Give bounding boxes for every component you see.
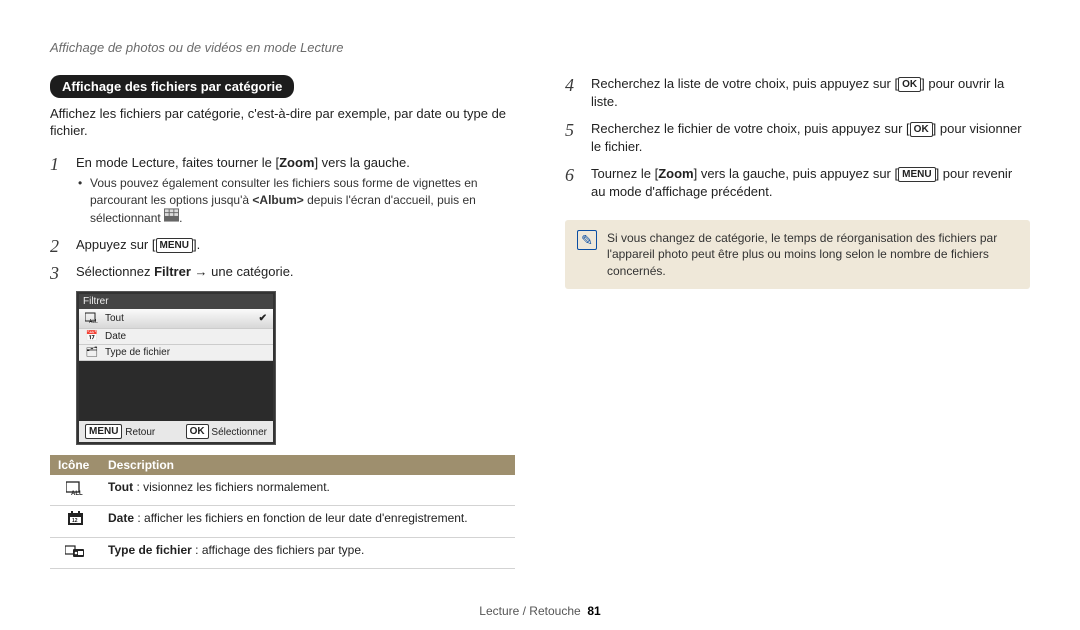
step-number: 4 [565, 73, 574, 97]
legend-head-icon: Icône [50, 455, 100, 475]
filter-option-all: ALL Tout ✔ [79, 309, 273, 329]
filter-option-label: Date [105, 331, 126, 342]
note-text: Si vous changez de catégorie, le temps d… [607, 230, 1018, 279]
step-text: ] vers la gauche, puis appuyez sur [ [694, 166, 899, 181]
filter-screenshot: Filtrer ALL Tout ✔ 📅 Date 🗂 Type de fich… [76, 291, 276, 445]
grid-thumbnail-icon [164, 208, 179, 222]
arrow-icon: → [191, 264, 211, 279]
legend-head-desc: Description [100, 455, 515, 475]
zoom-label: Zoom [658, 166, 693, 181]
step-5: 5 Recherchez le fichier de votre choix, … [565, 120, 1030, 155]
filter-option-date: 📅 Date [79, 329, 273, 345]
legend-desc: Type de fichier : affichage des fichiers… [100, 537, 515, 569]
step-number: 1 [50, 152, 59, 176]
menu-key-icon: MENU [85, 424, 122, 439]
step-6: 6 Tournez le [Zoom] vers la gauche, puis… [565, 165, 1030, 200]
ok-key-icon: OK [898, 77, 921, 92]
legend-text: : affichage des fichiers par type. [192, 543, 365, 557]
step-text: une catégorie. [211, 264, 293, 279]
all-icon: ALL [50, 475, 100, 506]
footer-label: Sélectionner [211, 427, 267, 438]
footer-section: Lecture / Retouche [479, 604, 580, 618]
check-icon: ✔ [259, 313, 267, 324]
legend-desc: Date : afficher les fichiers en fonction… [100, 506, 515, 538]
calendar-icon: 📅 [85, 331, 99, 342]
menu-key-icon: MENU [898, 167, 935, 182]
step-text: Sélectionnez [76, 264, 154, 279]
step-1-sub: Vous pouvez également consulter les fich… [76, 175, 515, 226]
ok-key-icon: OK [910, 122, 933, 137]
screenshot-blank-area [79, 361, 273, 421]
screenshot-footer-left: MENU Retour [85, 424, 155, 439]
page-footer: Lecture / Retouche 81 [0, 604, 1080, 618]
svg-text:ALL: ALL [71, 491, 83, 495]
legend-row: ALL Tout : visionnez les fichiers normal… [50, 475, 515, 506]
running-head: Affichage de photos ou de vidéos en mode… [50, 40, 1030, 55]
step-number: 5 [565, 118, 574, 142]
note-info-icon: ✎ [577, 230, 597, 250]
steps-left: 1 En mode Lecture, faites tourner le [Zo… [50, 154, 515, 281]
legend-term: Tout [108, 480, 133, 494]
footer-label: Retour [125, 427, 155, 438]
filter-option-label: Type de fichier [105, 347, 170, 358]
all-icon: ALL [85, 311, 99, 326]
step-text: Appuyez sur [ [76, 237, 156, 252]
step-text: Recherchez la liste de votre choix, puis… [591, 76, 898, 91]
step-4: 4 Recherchez la liste de votre choix, pu… [565, 75, 1030, 110]
step-text: ]. [193, 237, 200, 252]
filetype-icon: 🗂 [85, 347, 99, 358]
step-1: 1 En mode Lecture, faites tourner le [Zo… [50, 154, 515, 226]
step-text: Tournez le [ [591, 166, 658, 181]
legend-desc: Tout : visionnez les fichiers normalemen… [100, 475, 515, 506]
calendar-icon: 12 [50, 506, 100, 538]
legend-row: Type de fichier : affichage des fichiers… [50, 537, 515, 569]
note-box: ✎ Si vous changez de catégorie, le temps… [565, 220, 1030, 289]
screenshot-footer-right: OK Sélectionner [186, 424, 267, 439]
step-3: 3 Sélectionnez Filtrer → une catégorie. [50, 263, 515, 281]
step-number: 3 [50, 261, 59, 285]
icon-legend-table: Icône Description ALL Tout : visionnez l… [50, 455, 515, 570]
step-text: Recherchez le fichier de votre choix, pu… [591, 121, 910, 136]
legend-term: Date [108, 511, 134, 525]
legend-text: : afficher les fichiers en fonction de l… [134, 511, 468, 525]
menu-key-icon: MENU [156, 238, 193, 253]
screenshot-title: Filtrer [79, 294, 273, 309]
album-label: <Album> [252, 193, 303, 207]
legend-text: : visionnez les fichiers normalement. [133, 480, 330, 494]
svg-text:ALL: ALL [89, 319, 98, 323]
right-column: 4 Recherchez la liste de votre choix, pu… [565, 75, 1030, 569]
section-title-pill: Affichage des fichiers par catégorie [50, 75, 294, 98]
section-intro: Affichez les fichiers par catégorie, c'e… [50, 106, 515, 140]
left-column: Affichage des fichiers par catégorie Aff… [50, 75, 515, 569]
filter-option-type: 🗂 Type de fichier [79, 345, 273, 361]
step-2: 2 Appuyez sur [MENU]. [50, 236, 515, 254]
step-number: 6 [565, 163, 574, 187]
step-number: 2 [50, 234, 59, 258]
filetype-icon [50, 537, 100, 569]
svg-text:12: 12 [72, 518, 78, 524]
filter-option-label: Tout [105, 313, 124, 324]
legend-row: 12 Date : afficher les fichiers en fonct… [50, 506, 515, 538]
ok-key-icon: OK [186, 424, 209, 439]
step-text: En mode Lecture, faites tourner le [ [76, 155, 279, 170]
filter-label: Filtrer [154, 264, 191, 279]
step-text: ] vers la gauche. [314, 155, 409, 170]
page-number: 81 [587, 604, 600, 618]
legend-term: Type de fichier [108, 543, 192, 557]
steps-right: 4 Recherchez la liste de votre choix, pu… [565, 75, 1030, 200]
zoom-label: Zoom [279, 155, 314, 170]
sub-text: . [179, 211, 182, 225]
